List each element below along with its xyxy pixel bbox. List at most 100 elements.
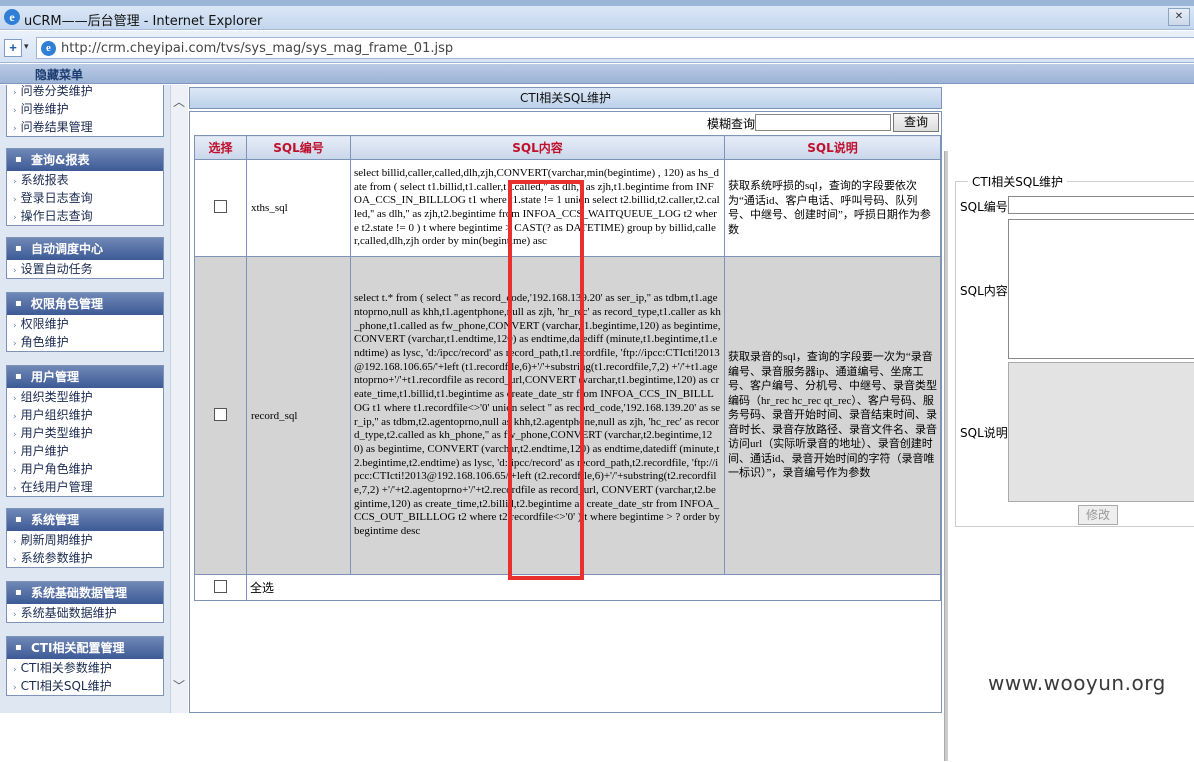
edit-fieldset: CTI相关SQL维护 SQL编号 SQL内容 SQL说明 修改 — [955, 173, 1194, 527]
sidebar-item[interactable]: › 用户类型维护 — [7, 424, 163, 442]
page-title: CTI相关SQL维护 — [189, 87, 942, 109]
sidebar-scrollbar[interactable]: ︿ ﹀ — [170, 85, 188, 713]
arrow-icon: › — [13, 466, 17, 476]
sql-content-cell: select billid,caller,called,dlh,zjh,CONV… — [350, 159, 725, 257]
sidebar-item[interactable]: › 问卷维护 — [7, 100, 163, 118]
chevron-up-icon[interactable]: ︿ — [173, 93, 185, 110]
sidebar-item[interactable]: › 权限维护 — [7, 315, 163, 333]
arrow-icon: › — [13, 394, 17, 404]
table-row[interactable]: record_sql select t.* from ( select '' a… — [194, 256, 941, 575]
sidebar-item[interactable]: › 用户角色维护 — [7, 460, 163, 478]
sidebar-group-roles: ▪ 权限角色管理 › 权限维护 › 角色维护 — [6, 292, 164, 352]
group-icon: ▪ — [15, 298, 22, 309]
sql-desc-label: SQL说明 — [960, 426, 1008, 440]
select-all-label: 全选 — [250, 581, 275, 595]
select-all-row: 全选 — [194, 574, 941, 601]
sidebar-item[interactable]: › 系统参数维护 — [7, 549, 163, 567]
address-bar: + ▾ e http://crm.cheyipai.com/tvs/sys_ma… — [0, 31, 1194, 63]
sql-desc-field — [1008, 362, 1194, 502]
close-window-button[interactable]: ✕ — [1168, 8, 1190, 26]
hide-menu-bar: 隐藏菜单 — [0, 64, 1194, 84]
group-icon: ▪ — [15, 642, 22, 653]
select-cell — [194, 159, 247, 257]
search-button[interactable]: 查询 — [893, 113, 939, 132]
group-icon: ▪ — [15, 371, 22, 382]
sidebar-item[interactable]: › 问卷结果管理 — [7, 118, 163, 136]
column-header-desc: SQL说明 — [724, 135, 941, 160]
arrow-icon: › — [13, 448, 17, 458]
table-row[interactable]: xths_sql select billid,caller,called,dlh… — [194, 159, 941, 257]
sidebar-group-header[interactable]: ▪ 系统基础数据管理 — [7, 582, 163, 604]
sidebar-item[interactable]: › 操作日志查询 — [7, 207, 163, 225]
new-tab-icon[interactable]: + — [4, 39, 22, 57]
sql-content-field[interactable] — [1008, 219, 1194, 359]
sidebar-item[interactable]: › 组织类型维护 — [7, 388, 163, 406]
chevron-down-icon[interactable]: ﹀ — [173, 677, 185, 694]
sidebar-group-header[interactable]: ▪ 权限角色管理 — [7, 293, 163, 315]
sql-code-field[interactable] — [1008, 196, 1194, 214]
list-frame: 模糊查询 查询 选择 SQL编号 SQL内容 SQL说明 xths_sql se… — [189, 111, 942, 713]
sidebar-item[interactable]: › 设置自动任务 — [7, 260, 163, 278]
fieldset-legend: CTI相关SQL维护 — [968, 173, 1067, 190]
sidebar-group-header[interactable]: ▪ 用户管理 — [7, 366, 163, 388]
arrow-icon: › — [13, 321, 17, 331]
sidebar-item[interactable]: › 用户组织维护 — [7, 406, 163, 424]
page-icon: e — [41, 41, 56, 56]
chevron-down-icon[interactable]: ▾ — [24, 42, 29, 52]
sidebar-item[interactable]: › CTI相关参数维护 — [7, 659, 163, 677]
sidebar-item[interactable]: › 刷新周期维护 — [7, 531, 163, 549]
sidebar-item[interactable]: › CTI相关SQL维护 — [7, 677, 163, 695]
sidebar-item[interactable]: › 系统报表 — [7, 171, 163, 189]
sidebar-item[interactable]: › 系统基础数据维护 — [7, 604, 163, 622]
sidebar-item[interactable]: › 角色维护 — [7, 333, 163, 351]
sidebar-group-system: ▪ 系统管理 › 刷新周期维护 › 系统参数维护 — [6, 508, 164, 568]
sidebar-group-basedata: ▪ 系统基础数据管理 › 系统基础数据维护 — [6, 581, 164, 623]
arrow-icon: › — [13, 88, 17, 98]
sql-content-cell: select t.* from ( select '' as record_co… — [350, 256, 725, 575]
arrow-icon: › — [13, 665, 17, 675]
arrow-icon: › — [13, 430, 17, 440]
sidebar-item[interactable]: › 在线用户管理 — [7, 478, 163, 496]
arrow-icon: › — [13, 266, 17, 276]
url-text: http://crm.cheyipai.com/tvs/sys_mag/sys_… — [61, 41, 454, 56]
group-icon: ▪ — [15, 587, 22, 598]
arrow-icon: › — [13, 177, 17, 187]
sidebar: › 问卷分类维护 › 问卷维护 › 问卷结果管理 ▪ 查询&报表 › 系统报表 › 登录日志… — [0, 85, 170, 713]
sql-code-cell: xths_sql — [246, 159, 351, 257]
arrow-icon: › — [13, 195, 17, 205]
sidebar-item[interactable]: › 用户维护 — [7, 442, 163, 460]
group-icon: ▪ — [15, 514, 22, 525]
ie-logo-icon: e — [4, 9, 20, 25]
sql-desc-cell: 获取录音的sql，查询的字段要一次为“录音编号、录音服务器ip、通道编号、坐席工… — [724, 256, 941, 575]
window-titlebar: e uCRM——后台管理 - Internet Explorer ✕ — [0, 6, 1194, 30]
group-icon: ▪ — [15, 243, 22, 254]
select-cell — [194, 256, 247, 575]
sidebar-item[interactable]: › 问卷分类维护 — [7, 85, 163, 100]
select-all-checkbox[interactable] — [214, 579, 227, 593]
url-field[interactable]: e http://crm.cheyipai.com/tvs/sys_mag/sy… — [36, 37, 1194, 59]
search-input[interactable] — [755, 114, 891, 131]
sidebar-item[interactable]: › 登录日志查询 — [7, 189, 163, 207]
arrow-icon: › — [13, 124, 17, 134]
row-checkbox[interactable] — [214, 407, 227, 421]
watermark: www.wooyun.org — [988, 671, 1166, 695]
group-icon: ▪ — [15, 154, 22, 165]
search-label: 模糊查询 — [706, 117, 755, 131]
sidebar-group-header[interactable]: ▪ 系统管理 — [7, 509, 163, 531]
sidebar-group-users: ▪ 用户管理 › 组织类型维护 › 用户组织维护 › 用户类型维护 › 用户维护 › 用户角… — [6, 365, 164, 497]
sidebar-group-header[interactable]: ▪ CTI相关配置管理 — [7, 637, 163, 659]
sidebar-group-header[interactable]: ▪ 查询&报表 — [7, 149, 163, 171]
select-cell — [194, 574, 247, 601]
modify-button[interactable]: 修改 — [1078, 505, 1118, 525]
arrow-icon: › — [13, 683, 17, 693]
arrow-icon: › — [13, 339, 17, 349]
row-checkbox[interactable] — [214, 200, 227, 213]
sidebar-group-header[interactable]: ▪ 自动调度中心 — [7, 238, 163, 260]
sql-table: 选择 SQL编号 SQL内容 SQL说明 xths_sql select bil… — [194, 135, 941, 601]
hide-menu-link[interactable]: 隐藏菜单 — [35, 66, 83, 83]
sidebar-group-cti: ▪ CTI相关配置管理 › CTI相关参数维护 › CTI相关SQL维护 — [6, 636, 164, 696]
sql-code-cell: record_sql — [246, 256, 351, 575]
sidebar-group-reports: ▪ 查询&报表 › 系统报表 › 登录日志查询 › 操作日志查询 — [6, 148, 164, 226]
sql-code-label: SQL编号 — [960, 200, 1008, 214]
column-header-content: SQL内容 — [350, 135, 725, 160]
